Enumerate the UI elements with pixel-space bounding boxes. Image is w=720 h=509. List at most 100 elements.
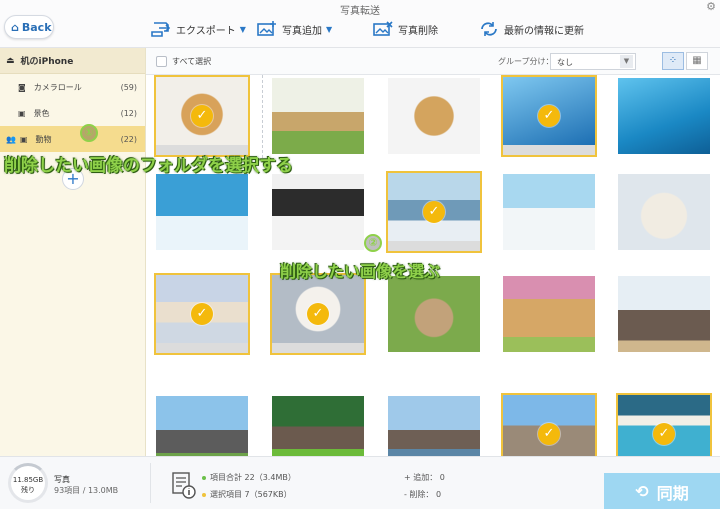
- photo-thumbnail[interactable]: ✓: [154, 75, 250, 157]
- photo-thumbnail[interactable]: ✓: [501, 75, 597, 157]
- photo-image: [503, 276, 595, 352]
- photo-thumbnail[interactable]: [154, 171, 250, 253]
- selected-items-text: 選択項目 7（567KB）: [210, 490, 292, 499]
- photo-thumbnail[interactable]: ✓: [616, 393, 712, 456]
- remove-count: - 削除： 0: [404, 490, 442, 499]
- chevron-down-icon: ▼: [326, 24, 333, 34]
- photo-image: [618, 78, 710, 154]
- device-name: 机のiPhone: [20, 57, 74, 67]
- status-dot: [202, 492, 206, 497]
- add-photo-icon: [257, 21, 276, 36]
- share-icon: 👥: [6, 134, 16, 144]
- delete-photo-button[interactable]: 写真削除: [372, 20, 438, 38]
- photo-usage: 93項目 / 13.0MB: [54, 486, 119, 495]
- delete-photo-icon: [373, 21, 393, 36]
- annotation-step1-number: ①: [80, 124, 98, 142]
- export-icon: [151, 22, 171, 37]
- sync-label: 同期: [656, 483, 689, 503]
- photo-thumbnail[interactable]: ✓: [501, 393, 597, 456]
- photo-image: [388, 276, 480, 352]
- sync-icon: ⟲: [635, 482, 649, 501]
- photo-thumbnail[interactable]: [501, 171, 597, 253]
- sync-button[interactable]: ⟲ 同期: [604, 473, 720, 509]
- device-header[interactable]: ⏏ 机のiPhone: [0, 48, 145, 74]
- sidebar-item-camera-roll[interactable]: ◙ カメラロール (59): [0, 74, 145, 100]
- grid-toolbar: すべて選択 グループ分け： なし ▼ ⁘ ▦: [146, 48, 720, 75]
- sidebar-item-count: (12): [120, 108, 137, 118]
- annotation-step2-number: ②: [364, 234, 382, 252]
- album-icon: ▣: [18, 108, 26, 118]
- photo-image: [618, 174, 710, 250]
- photo-image: [156, 396, 248, 456]
- checkmark-icon: ✓: [538, 423, 560, 445]
- divider: [262, 75, 263, 158]
- checkmark-icon: ✓: [307, 303, 329, 325]
- photo-thumbnail[interactable]: [270, 75, 366, 157]
- status-dot: [202, 475, 206, 480]
- photo-image: [272, 396, 364, 456]
- window-title: 写真転送: [340, 6, 380, 17]
- photo-thumbnail[interactable]: [386, 273, 482, 355]
- checkmark-icon: ✓: [191, 105, 213, 127]
- sidebar-item-animals[interactable]: 👥 ▣ 動物 (22): [0, 126, 145, 152]
- annotation-step2-text: 削除したい画像を選ぶ: [280, 262, 441, 281]
- eject-icon[interactable]: ⏏: [6, 56, 15, 66]
- photo-thumbnail[interactable]: [270, 171, 366, 253]
- photo-image: [388, 78, 480, 154]
- total-items: 項目合計 22（3.4MB）: [202, 472, 296, 483]
- refresh-label: 最新の情報に更新: [504, 25, 584, 37]
- photo-type-label: 写真: [54, 475, 70, 484]
- storage-free: 11.85GB: [12, 476, 44, 484]
- chevron-down-icon: ▼: [239, 24, 246, 34]
- back-label: Back: [21, 20, 52, 34]
- storage-free-sub: 残り: [21, 486, 35, 494]
- grid-small-view-button[interactable]: ⁘: [662, 52, 684, 70]
- photo-thumbnail[interactable]: ✓: [386, 171, 482, 253]
- divider: [150, 463, 151, 503]
- photo-image: [388, 396, 480, 456]
- album-icon: ▣: [19, 134, 28, 144]
- add-photo-button[interactable]: 写真追加 ▼: [256, 20, 332, 38]
- photo-image: [503, 174, 595, 250]
- photo-thumbnail[interactable]: ✓: [154, 273, 250, 355]
- group-by-label: グループ分け：: [498, 57, 554, 66]
- sidebar: ⏏ 机のiPhone ◙ カメラロール (59) ▣ 景色 (12) 👥 ▣ 動…: [0, 48, 146, 456]
- sidebar-item-count: (59): [120, 82, 137, 92]
- sidebar-item-scenery[interactable]: ▣ 景色 (12): [0, 100, 145, 126]
- photo-thumbnail[interactable]: [386, 393, 482, 456]
- add-photo-label: 写真追加: [282, 25, 322, 37]
- gear-icon[interactable]: ⚙: [706, 0, 716, 13]
- checkmark-icon: ✓: [653, 423, 675, 445]
- add-count: + 追加： 0: [404, 473, 445, 482]
- checkmark-icon: ✓: [191, 303, 213, 325]
- photo-thumbnail[interactable]: [270, 393, 366, 456]
- checkmark-icon: ✓: [538, 105, 560, 127]
- group-by-value: なし: [557, 58, 573, 67]
- select-all-checkbox[interactable]: [156, 56, 167, 67]
- photo-thumbnail[interactable]: [616, 273, 712, 355]
- sidebar-item-label: カメラロール: [33, 82, 82, 92]
- selected-items: 選択項目 7（567KB）: [202, 489, 292, 500]
- checkmark-icon: ✓: [423, 201, 445, 223]
- home-icon: ⌂: [11, 20, 19, 34]
- photo-image: [156, 174, 248, 250]
- export-button[interactable]: エクスポート ▼: [150, 20, 246, 38]
- photo-thumbnail[interactable]: [616, 171, 712, 253]
- grid-large-view-button[interactable]: ▦: [686, 52, 708, 70]
- toolbar: 写真転送 ⚙ ⌂ Back エクスポート ▼ 写真追加 ▼ 写真削除 最新の情報…: [0, 0, 720, 48]
- delete-photo-label: 写真削除: [398, 25, 438, 37]
- back-button[interactable]: ⌂ Back: [4, 15, 54, 39]
- photo-thumbnail[interactable]: [616, 75, 712, 157]
- photo-thumbnail[interactable]: [501, 273, 597, 355]
- photo-thumbnail[interactable]: [386, 75, 482, 157]
- photo-thumbnail[interactable]: ✓: [270, 273, 366, 355]
- select-all-label[interactable]: すべて選択: [172, 56, 211, 67]
- camera-icon: ◙: [18, 82, 26, 92]
- group-by-select[interactable]: なし ▼: [550, 53, 636, 70]
- sidebar-item-label: 景色: [33, 108, 50, 118]
- annotation-step1-text: 削除したい画像のフォルダを選択する: [4, 156, 293, 176]
- refresh-button[interactable]: 最新の情報に更新: [478, 20, 584, 38]
- photo-thumbnail[interactable]: [154, 393, 250, 456]
- photo-image: [272, 174, 364, 250]
- status-bar: 11.85GB 残り 写真 93項目 / 13.0MB 項目合計 22（3.4M…: [0, 456, 720, 509]
